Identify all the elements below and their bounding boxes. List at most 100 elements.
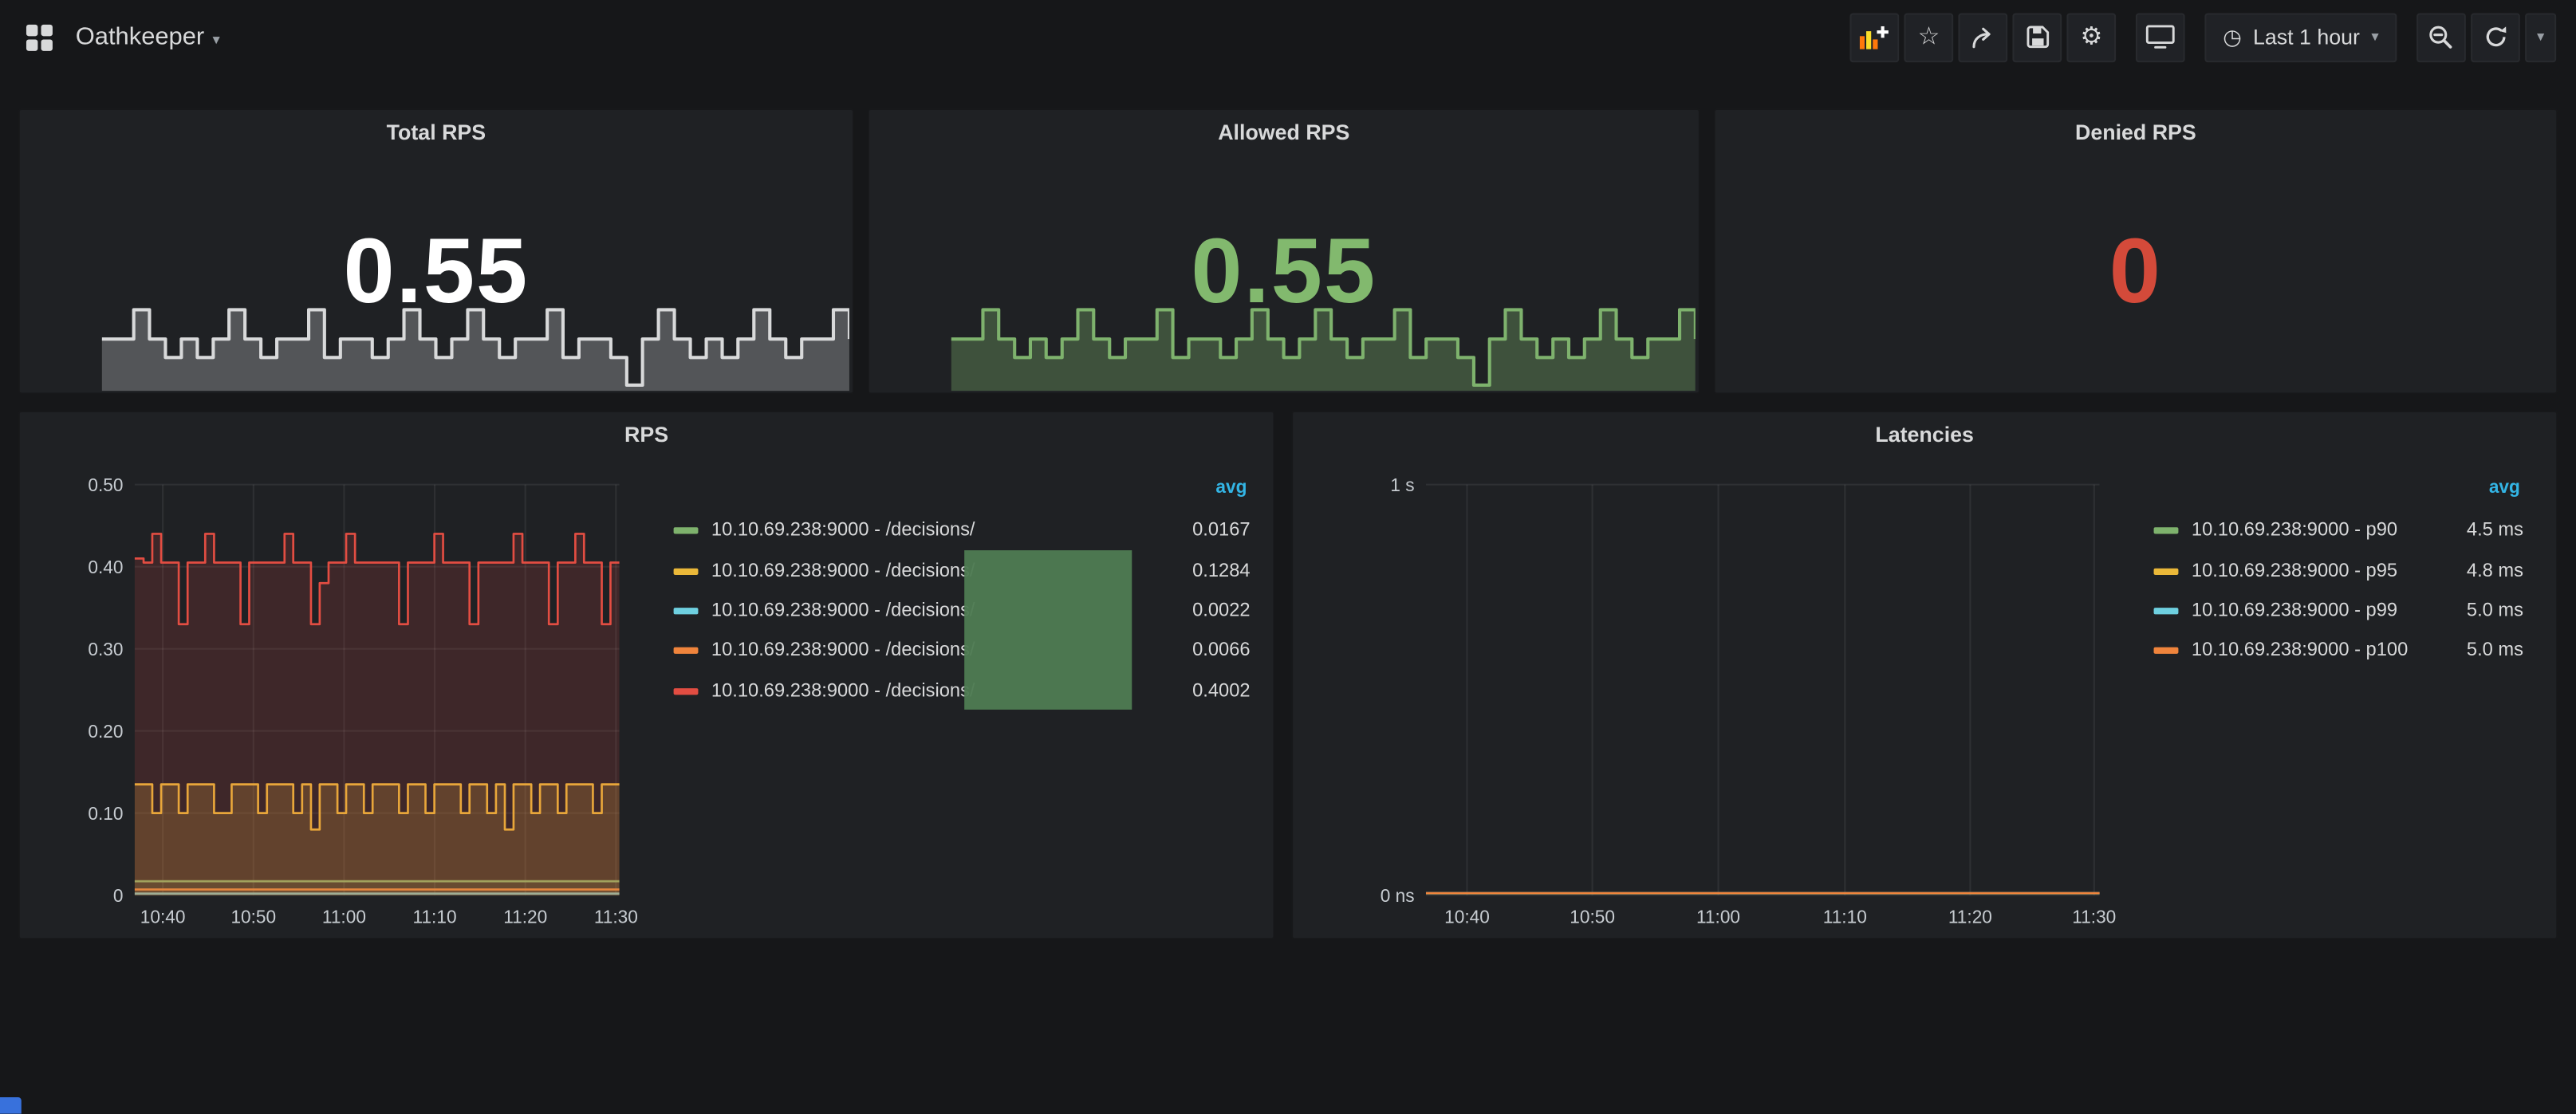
series-avg-value: 0.4002 [1135,681,1250,701]
y-tick-label: 0.40 [88,557,123,577]
navbar: Oathkeeper ▾ ☆ [0,0,2576,74]
panel-rps: RPS 0.500.400.300.200.10010:4010:5011:00… [18,411,1275,939]
refresh-icon [2483,25,2508,49]
save-dashboard-button[interactable] [2013,12,2062,61]
x-tick-label: 11:10 [413,907,457,925]
x-tick-label: 10:50 [1570,907,1615,925]
legend-item[interactable]: 10.10.69.238:9000 - /decisions/0.4002 [674,671,1251,711]
denied-rps-value: 0 [1715,225,2557,317]
add-panel-button[interactable] [1850,12,1900,61]
clock-icon: ◷ [2223,26,2241,48]
apps-grid-icon [26,24,53,50]
save-icon [2025,25,2050,49]
dashboard-title: Oathkeeper [76,23,204,51]
latencies-legend: avg10.10.69.238:9000 - p904.5 ms10.10.69… [2154,478,2523,671]
legend-avg-header: avg [2154,478,2523,510]
panel-title[interactable]: Latencies [1293,412,2556,451]
legend-item[interactable]: 10.10.69.238:9000 - p904.5 ms [2154,511,2523,551]
x-tick-label: 11:00 [322,907,366,925]
view-mode-group [2136,12,2185,61]
caret-down-icon: ▾ [213,31,220,49]
panel-title[interactable]: Total RPS [20,110,853,149]
series-avg-value: 0.1284 [1135,561,1250,581]
legend-item[interactable]: 10.10.69.238:9000 - p954.8 ms [2154,551,2523,591]
series-color-swatch[interactable] [2154,568,2179,574]
legend-item[interactable]: 10.10.69.238:9000 - /decisions/0.0066 [674,631,1251,671]
x-tick-label: 11:00 [1696,907,1740,925]
dashboard-settings-button[interactable]: ⚙ [2067,12,2117,61]
allowed-rps-value: 0.55 [869,225,1699,317]
share-icon [1970,24,1996,50]
cycle-view-mode-button[interactable] [2136,12,2185,61]
series-label: 10.10.69.238:9000 - /decisions/ [711,521,1135,541]
time-range-label: Last 1 hour [2253,25,2360,49]
y-tick-label: 1 s [1390,474,1414,495]
grafana-dashboard: Oathkeeper ▾ ☆ [0,0,2576,1114]
time-picker-group: ◷ Last 1 hour ▾ [2205,12,2397,61]
panel-latencies: Latencies 1 s 0 ns 10:40 10:50 11:00 11:10 11:… [1291,411,2558,939]
series-label: 10.10.69.238:9000 - p95 [2192,561,2409,581]
panel-title[interactable]: Allowed RPS [869,110,1699,149]
x-tick-label: 10:40 [1444,907,1490,925]
series-label: 10.10.69.238:9000 - p100 [2192,641,2409,661]
dashboard-title-dropdown[interactable]: Oathkeeper ▾ [76,23,220,51]
series-avg-value: 0.0066 [1135,641,1250,661]
series-color-swatch[interactable] [2154,648,2179,654]
y-tick-label: 0 ns [1381,885,1415,906]
series-fill [135,533,620,895]
zoom-out-icon [2428,24,2455,50]
x-tick-label: 11:30 [594,907,638,925]
zoom-refresh-group: ▾ [2416,12,2556,61]
star-icon: ☆ [1918,25,1940,49]
x-tick-label: 10:50 [230,907,276,925]
y-tick-label: 0.50 [88,474,123,495]
series-color-swatch[interactable] [674,568,699,574]
sidebar-peek[interactable] [0,1097,22,1114]
apps-menu-button[interactable] [20,18,59,57]
panel-title[interactable]: RPS [20,412,1274,451]
legend-item[interactable]: 10.10.69.238:9000 - /decisions/0.1284 [674,551,1251,591]
series-color-swatch[interactable] [674,648,699,654]
refresh-interval-dropdown[interactable]: ▾ [2525,12,2556,61]
series-color-swatch[interactable] [674,608,699,614]
panel-title[interactable]: Denied RPS [1715,110,2557,149]
y-tick-label: 0 [113,885,124,906]
zoom-out-time-button[interactable] [2416,12,2466,61]
x-tick-label: 10:40 [140,907,186,925]
y-tick-label: 0.10 [88,803,123,824]
series-color-swatch[interactable] [2154,528,2179,534]
panel-allowed-rps: Allowed RPS 0.55 [868,108,1700,394]
star-dashboard-button[interactable]: ☆ [1904,12,1954,61]
y-tick-label: 0.20 [88,721,123,742]
series-label: 10.10.69.238:9000 - p99 [2192,601,2409,621]
cycle-view-icon [2145,25,2175,49]
series-avg-value: 4.5 ms [2409,521,2523,541]
add-panel-icon [1860,25,1889,49]
caret-down-icon: ▾ [2537,28,2544,46]
panel-tools-group: ☆ ⚙ [1850,12,2117,61]
x-tick-label: 11:30 [2072,907,2116,925]
time-range-picker[interactable]: ◷ Last 1 hour ▾ [2205,12,2397,61]
navbar-right: ☆ ⚙ [1830,12,2556,61]
series-color-swatch[interactable] [674,528,699,534]
legend-item[interactable]: 10.10.69.238:9000 - /decisions/0.0022 [674,591,1251,631]
legend-item[interactable]: 10.10.69.238:9000 - p1005.0 ms [2154,631,2523,671]
series-avg-value: 5.0 ms [2409,601,2523,621]
rps-legend: avg10.10.69.238:9000 - /decisions/0.0167… [674,478,1251,711]
x-tick-label: 11:20 [1948,907,1992,925]
legend-item[interactable]: 10.10.69.238:9000 - p995.0 ms [2154,591,2523,631]
rps-plot-svg: 0.500.400.300.200.10010:4010:5011:0011:1… [33,471,657,925]
series-color-swatch[interactable] [674,688,699,695]
x-tick-label: 11:10 [1823,907,1867,925]
legend-item[interactable]: 10.10.69.238:9000 - /decisions/0.0167 [674,511,1251,551]
series-color-swatch[interactable] [2154,608,2179,614]
share-dashboard-button[interactable] [1959,12,2008,61]
legend-highlight-box [964,550,1132,710]
series-label: 10.10.69.238:9000 - p90 [2192,521,2409,541]
refresh-dashboard-button[interactable] [2471,12,2520,61]
series-avg-value: 5.0 ms [2409,641,2523,661]
latencies-chart: 1 s 0 ns 10:40 10:50 11:00 11:10 11:20 11:30 [1306,471,2128,925]
caret-down-icon: ▾ [2371,28,2378,46]
latencies-plot-svg: 1 s 0 ns 10:40 10:50 11:00 11:10 11:20 11:30 [1306,471,2128,925]
panel-total-rps: Total RPS 0.55 [18,108,854,394]
